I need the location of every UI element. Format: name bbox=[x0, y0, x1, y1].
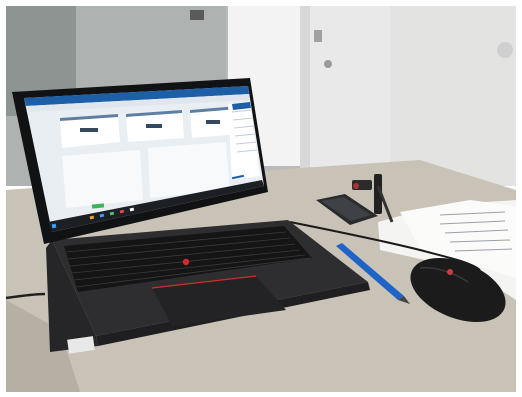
mouse-scroll-wheel bbox=[447, 269, 453, 275]
kpi-value-2 bbox=[146, 124, 162, 128]
kpi-value-1 bbox=[80, 128, 98, 132]
kpi-value-3 bbox=[206, 120, 220, 124]
wall-fixture bbox=[497, 42, 513, 58]
start-button bbox=[51, 223, 57, 229]
door-edge bbox=[300, 6, 310, 174]
right-wall bbox=[390, 6, 516, 186]
door-handle bbox=[324, 60, 332, 68]
desk-photo bbox=[0, 0, 522, 397]
trackpoint bbox=[182, 258, 190, 266]
dashboard-panel-left bbox=[62, 150, 143, 208]
wall-switch bbox=[190, 10, 204, 20]
door-hinge bbox=[314, 30, 322, 42]
